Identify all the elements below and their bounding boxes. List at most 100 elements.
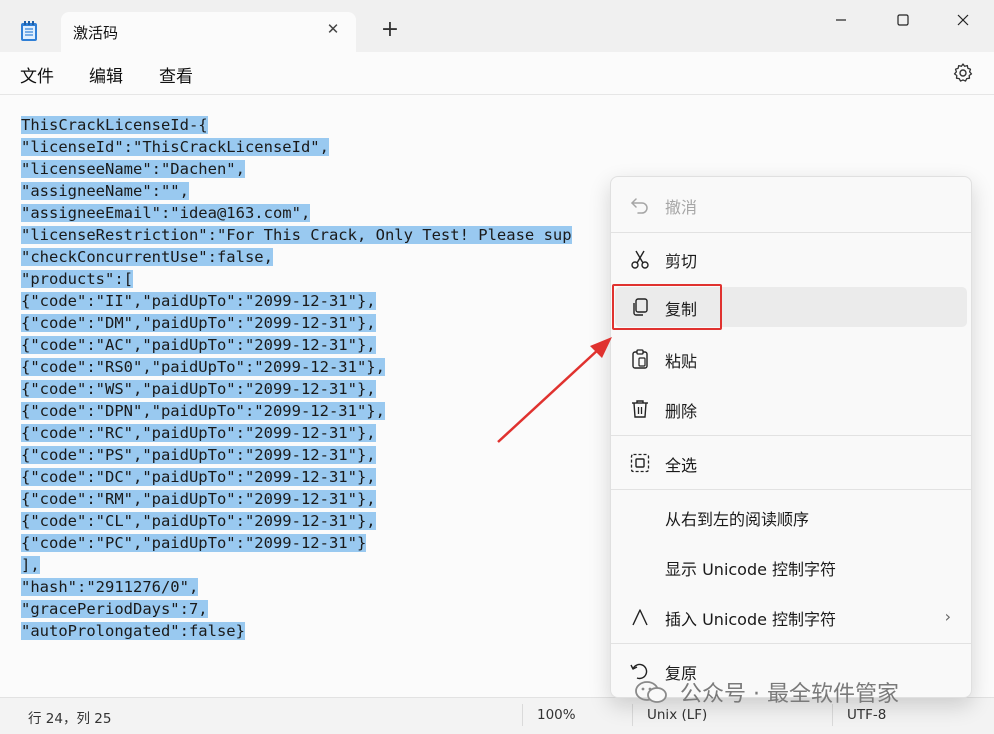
- settings-gear-icon[interactable]: [952, 62, 974, 84]
- watermark-text: 公众号 · 最全软件管家: [680, 682, 899, 707]
- editor-line[interactable]: {"code":"AC","paidUpTo":"2099-12-31"},: [21, 334, 572, 356]
- wechat-icon: [635, 681, 667, 703]
- reconvert-icon: [630, 663, 648, 680]
- editor-line[interactable]: "licenseId":"ThisCrackLicenseId",: [21, 136, 572, 158]
- encoding: UTF-8: [847, 707, 887, 723]
- selected-text: {"code":"CL","paidUpTo":"2099-12-31"},: [21, 512, 376, 530]
- selected-text: "licenseRestriction":"For This Crack, On…: [21, 226, 572, 244]
- editor-text[interactable]: ThisCrackLicenseId-{ "licenseId":"ThisCra…: [21, 114, 572, 642]
- close-icon: [957, 14, 969, 26]
- editor-line[interactable]: {"code":"PS","paidUpTo":"2099-12-31"},: [21, 444, 572, 466]
- editor-line[interactable]: "gracePeriodDays":7,: [21, 598, 572, 620]
- editor-line[interactable]: {"code":"DM","paidUpTo":"2099-12-31"},: [21, 312, 572, 334]
- minimize-icon: [836, 19, 846, 21]
- selected-text: "hash":"2911276/0",: [21, 578, 199, 596]
- editor-line[interactable]: "autoProlongated":false}: [21, 620, 572, 642]
- editor-line[interactable]: "hash":"2911276/0",: [21, 576, 572, 598]
- maximize-icon: [897, 14, 909, 26]
- editor-line[interactable]: {"code":"RM","paidUpTo":"2099-12-31"},: [21, 488, 572, 510]
- menu-undo[interactable]: 撤消: [615, 185, 967, 225]
- selected-text: {"code":"RS0","paidUpTo":"2099-12-31"},: [21, 358, 385, 376]
- menu-cut[interactable]: 剪切: [615, 239, 967, 279]
- paste-clipboard-icon: [632, 349, 648, 369]
- menu-paste[interactable]: 粘贴: [615, 339, 967, 379]
- menu-rtl-label: 从右到左的阅读顺序: [665, 510, 810, 529]
- editor-line[interactable]: {"code":"II","paidUpTo":"2099-12-31"},: [21, 290, 572, 312]
- insert-caret-icon: [632, 609, 648, 626]
- menu-delete[interactable]: 删除: [615, 389, 967, 429]
- editor-line[interactable]: "assigneeEmail":"idea@163.com",: [21, 202, 572, 224]
- menu-show-unicode[interactable]: 显示 Unicode 控制字符: [615, 547, 967, 587]
- selected-text: {"code":"PC","paidUpTo":"2099-12-31"}: [21, 534, 367, 552]
- editor-line[interactable]: ],: [21, 554, 572, 576]
- editor-line[interactable]: {"code":"RS0","paidUpTo":"2099-12-31"},: [21, 356, 572, 378]
- selected-text: {"code":"RC","paidUpTo":"2099-12-31"},: [21, 424, 376, 442]
- zoom-level: 100%: [537, 707, 576, 723]
- selected-text: "assigneeName":"",: [21, 182, 189, 200]
- selected-text: ThisCrackLicenseId-{: [21, 116, 208, 134]
- menu-bar: 文件 编辑 查看: [0, 52, 994, 94]
- menu-separator: [611, 643, 971, 644]
- menu-edit[interactable]: 编辑: [89, 62, 123, 87]
- menu-insert-unicode-label: 插入 Unicode 控制字符: [665, 610, 837, 629]
- menu-select-all[interactable]: 全选: [615, 443, 967, 483]
- menu-delete-label: 删除: [665, 402, 698, 421]
- editor-line[interactable]: {"code":"DC","paidUpTo":"2099-12-31"},: [21, 466, 572, 488]
- trash-icon: [632, 400, 648, 418]
- selected-text: {"code":"AC","paidUpTo":"2099-12-31"},: [21, 336, 376, 354]
- selected-text: ],: [21, 556, 40, 574]
- notepad-app-icon: [21, 21, 37, 41]
- menu-rtl-reading-order[interactable]: 从右到左的阅读顺序: [615, 497, 967, 537]
- selected-text: {"code":"PS","paidUpTo":"2099-12-31"},: [21, 446, 376, 464]
- close-tab-icon[interactable]: ✕: [324, 20, 342, 38]
- menu-insert-unicode[interactable]: 插入 Unicode 控制字符 ›: [615, 597, 967, 637]
- close-window-button[interactable]: [940, 4, 986, 36]
- minimize-button[interactable]: [818, 4, 864, 36]
- selected-text: {"code":"II","paidUpTo":"2099-12-31"},: [21, 292, 376, 310]
- tab-title: 激活码: [73, 24, 119, 42]
- selected-text: "licenseId":"ThisCrackLicenseId",: [21, 138, 329, 156]
- selected-text: "autoProlongated":false}: [21, 622, 245, 640]
- document-tab[interactable]: 激活码 ✕: [61, 12, 356, 52]
- title-bar: 激活码 ✕ +: [0, 0, 994, 52]
- editor-line[interactable]: "checkConcurrentUse":false,: [21, 246, 572, 268]
- editor-line[interactable]: {"code":"WS","paidUpTo":"2099-12-31"},: [21, 378, 572, 400]
- selected-text: {"code":"WS","paidUpTo":"2099-12-31"},: [21, 380, 376, 398]
- menu-file[interactable]: 文件: [20, 62, 54, 87]
- selected-text: {"code":"DPN","paidUpTo":"2099-12-31"},: [21, 402, 385, 420]
- scissors-icon: [631, 250, 649, 269]
- selected-text: "checkConcurrentUse":false,: [21, 248, 273, 266]
- editor-line[interactable]: {"code":"DPN","paidUpTo":"2099-12-31"},: [21, 400, 572, 422]
- select-all-icon: [630, 453, 650, 473]
- editor-line[interactable]: "licenseeName":"Dachen",: [21, 158, 572, 180]
- selected-text: "assigneeEmail":"idea@163.com",: [21, 204, 311, 222]
- status-divider: [632, 704, 633, 726]
- menu-separator: [611, 232, 971, 233]
- undo-icon: [631, 198, 648, 214]
- copy-highlight-box: [612, 284, 722, 330]
- editor-line[interactable]: {"code":"PC","paidUpTo":"2099-12-31"}: [21, 532, 572, 554]
- menu-view[interactable]: 查看: [159, 62, 193, 87]
- menu-select-all-label: 全选: [665, 456, 698, 475]
- menu-separator: [611, 435, 971, 436]
- editor-line[interactable]: "assigneeName":"",: [21, 180, 572, 202]
- cursor-position: 行 24，列 25: [28, 711, 112, 727]
- selected-text: {"code":"RM","paidUpTo":"2099-12-31"},: [21, 490, 376, 508]
- new-tab-button[interactable]: +: [380, 19, 400, 41]
- editor-line[interactable]: "licenseRestriction":"For This Crack, On…: [21, 224, 572, 246]
- editor-line[interactable]: {"code":"CL","paidUpTo":"2099-12-31"},: [21, 510, 572, 532]
- maximize-button[interactable]: [880, 4, 926, 36]
- menu-separator: [611, 489, 971, 490]
- editor-line[interactable]: {"code":"RC","paidUpTo":"2099-12-31"},: [21, 422, 572, 444]
- menu-cut-label: 剪切: [665, 252, 698, 271]
- menu-show-unicode-label: 显示 Unicode 控制字符: [665, 560, 837, 579]
- menu-undo-label: 撤消: [665, 198, 698, 217]
- selected-text: {"code":"DM","paidUpTo":"2099-12-31"},: [21, 314, 376, 332]
- line-ending: Unix (LF): [647, 707, 708, 723]
- editor-line[interactable]: ThisCrackLicenseId-{: [21, 114, 572, 136]
- context-menu: 撤消 剪切 复制 粘贴 删除 全选 从右到左的阅读顺序 显示 Unicode 控…: [610, 176, 972, 698]
- selected-text: "gracePeriodDays":7,: [21, 600, 208, 618]
- menu-paste-label: 粘贴: [665, 352, 698, 371]
- editor-line[interactable]: "products":[: [21, 268, 572, 290]
- selected-text: {"code":"DC","paidUpTo":"2099-12-31"},: [21, 468, 376, 486]
